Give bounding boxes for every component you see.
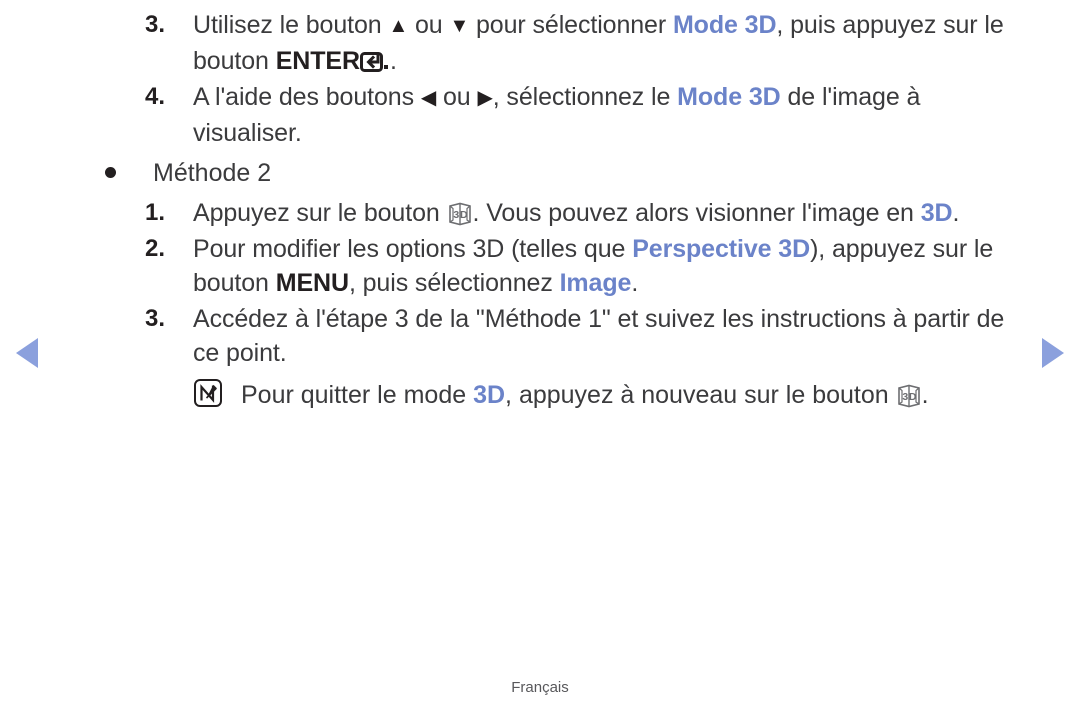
list-marker: 2. bbox=[145, 235, 166, 262]
list-item-method2-step2: 2. Pour modifier les options 3D (telles … bbox=[96, 232, 1026, 300]
text-fragment: Appuyez sur le bouton bbox=[193, 199, 447, 227]
text-fragment: , appuyez à nouveau sur le bouton bbox=[505, 381, 896, 409]
text-fragment: . bbox=[631, 269, 639, 297]
text-fragment: . Vous pouvez alors visionner l'image en bbox=[472, 199, 921, 227]
menu-reference-image: Image bbox=[559, 269, 632, 297]
arrow-right-glyph: ▶ bbox=[477, 87, 493, 109]
menu-reference-mode-3d: Mode 3D bbox=[672, 11, 777, 39]
list-item-method1-step4: 4. A l'aide des boutons ◀ ou ▶, sélectio… bbox=[96, 80, 1026, 150]
menu-reference-3d: 3D bbox=[920, 199, 953, 227]
arrow-up-glyph: ▲ bbox=[388, 15, 409, 37]
svg-text:D: D bbox=[459, 209, 467, 221]
list-item-method2-step3: 3. Accédez à l'étape 3 de la "Méthode 1"… bbox=[96, 302, 1026, 370]
next-page-arrow-icon[interactable] bbox=[1042, 338, 1064, 368]
button-label-enter: ENTER bbox=[275, 47, 360, 75]
3d-button-icon: 3D bbox=[447, 201, 473, 227]
note-marker bbox=[96, 378, 241, 414]
button-label-menu: MENU bbox=[275, 269, 349, 297]
manual-page: 3. Utilisez le bouton ▲ ou ▼ pour sélect… bbox=[0, 0, 1080, 705]
list-item-method1-step3: 3. Utilisez le bouton ▲ ou ▼ pour sélect… bbox=[96, 8, 1026, 78]
page-content: 3. Utilisez le bouton ▲ ou ▼ pour sélect… bbox=[96, 8, 1026, 414]
list-marker: 4. bbox=[145, 83, 166, 110]
text-fragment: . bbox=[921, 381, 929, 409]
list-marker: 3. bbox=[145, 305, 166, 332]
list-item-text: Pour modifier les options 3D (telles que… bbox=[193, 232, 1026, 300]
list-item-method2-step1: 1. Appuyez sur le bouton 3D. Vous pouvez… bbox=[96, 196, 1026, 230]
list-item-text: Appuyez sur le bouton 3D. Vous pouvez al… bbox=[193, 196, 1026, 230]
text-fragment: Utilisez le bouton bbox=[193, 11, 389, 39]
menu-reference-mode-3d: Mode 3D bbox=[677, 83, 781, 111]
note-icon bbox=[193, 378, 223, 408]
text-fragment: . bbox=[389, 47, 397, 75]
menu-reference-3d: 3D bbox=[473, 381, 506, 409]
menu-reference-perspective-3d: Perspective 3D bbox=[632, 235, 811, 263]
list-item-text: Accédez à l'étape 3 de la "Méthode 1" et… bbox=[193, 305, 1005, 367]
text-fragment: , puis sélectionnez bbox=[348, 269, 560, 297]
list-marker: 3. bbox=[145, 11, 166, 38]
page-footer-language: Français bbox=[511, 679, 569, 696]
enter-key-icon bbox=[359, 48, 390, 72]
text-fragment: ou bbox=[436, 83, 478, 111]
svg-text:3: 3 bbox=[902, 391, 908, 403]
method2-heading-label: Méthode 2 bbox=[153, 159, 272, 187]
svg-text:3: 3 bbox=[453, 209, 459, 221]
text-fragment: Pour quitter le mode bbox=[241, 381, 474, 409]
3d-button-icon: 3D bbox=[896, 383, 922, 409]
arrow-left-glyph: ◀ bbox=[420, 87, 437, 109]
svg-text:D: D bbox=[909, 391, 917, 403]
list-item-method2-heading: Méthode 2 bbox=[96, 156, 1026, 190]
note-text: Pour quitter le mode 3D, appuyez à nouve… bbox=[241, 378, 1026, 412]
arrow-down-glyph: ▼ bbox=[449, 15, 470, 37]
text-fragment: , sélectionnez le bbox=[492, 83, 678, 111]
note-row: Pour quitter le mode 3D, appuyez à nouve… bbox=[96, 378, 1026, 414]
list-marker: 1. bbox=[145, 199, 166, 226]
bullet-dot bbox=[96, 156, 153, 190]
text-fragment: Pour modifier les options 3D (telles que bbox=[193, 235, 633, 263]
list-item-text: Utilisez le bouton ▲ ou ▼ pour sélection… bbox=[193, 8, 1026, 78]
text-fragment: . bbox=[952, 199, 960, 227]
list-item-text: A l'aide des boutons ◀ ou ▶, sélectionne… bbox=[193, 80, 1026, 150]
prev-page-arrow-icon[interactable] bbox=[16, 338, 38, 368]
text-fragment: A l'aide des boutons bbox=[193, 83, 421, 111]
text-fragment: ou bbox=[408, 11, 450, 39]
text-fragment: pour sélectionner bbox=[469, 11, 673, 39]
